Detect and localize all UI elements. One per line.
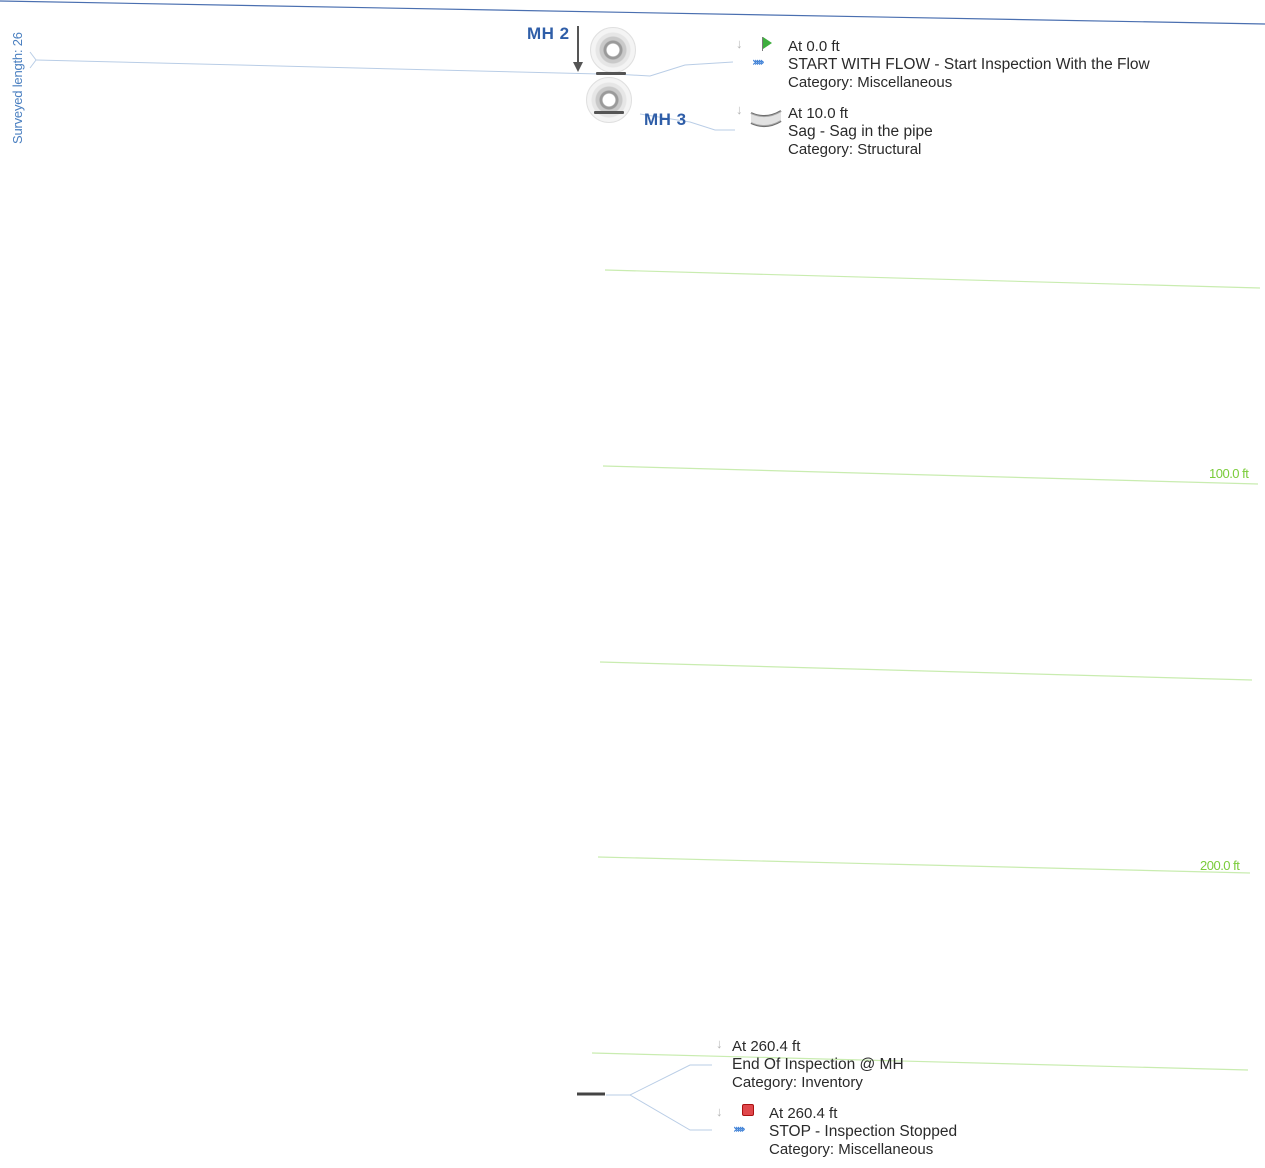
down-arrow-icon: ↓ [736,36,743,51]
grid-line [604,269,1261,289]
grid-line [591,1052,1249,1071]
sag-icon [750,110,782,127]
observation-sag[interactable]: At 10.0 ft Sag - Sag in the pipe Categor… [788,105,933,159]
flow-chevrons-icon: ››››› [752,55,765,69]
observation-start[interactable]: At 0.0 ft START WITH FLOW - Start Inspec… [788,38,1150,92]
leader-line [606,1064,712,1096]
manhole-end-icon[interactable] [586,77,632,123]
observation-category: Category: Miscellaneous [769,1141,934,1158]
observation-category: Category: Inventory [732,1074,863,1091]
observation-category: Category: Structural [788,141,922,158]
down-arrow-icon: ↓ [736,102,743,117]
grid-line [599,661,1253,681]
stop-icon [742,1104,754,1116]
surveyed-length-label: Surveyed length: 26 [10,32,25,144]
distance-marker-label: 200.0 ft [1200,858,1240,873]
down-arrow-icon: ↓ [716,1104,723,1119]
pipe-start-cap [29,51,37,69]
observation-distance: At 10.0 ft [788,105,849,122]
flow-direction-arrow-head [573,62,583,72]
down-arrow-icon: ↓ [716,1036,723,1051]
leader-line [614,61,734,77]
observation-end[interactable]: At 260.4 ft End Of Inspection @ MH Categ… [732,1038,904,1092]
manhole-start-label[interactable]: MH 2 [527,24,570,44]
inspection-canvas [0,0,1265,1131]
pipe-centerline [35,59,601,75]
observation-category: Category: Miscellaneous [788,74,953,91]
manhole-start-bar [596,72,626,75]
observation-title: START WITH FLOW - Start Inspection With … [788,56,1150,73]
observation-stop[interactable]: At 260.4 ft STOP - Inspection Stopped Ca… [769,1105,957,1159]
observation-title: Sag - Sag in the pipe [788,123,933,140]
grid-line [597,856,1251,874]
observation-title: End Of Inspection @ MH [732,1056,904,1073]
manhole-end-label[interactable]: MH 3 [644,110,687,130]
manhole-end-bar [594,111,624,114]
top-border-line [0,0,1265,25]
flow-chevrons-icon: ››››› [733,1122,746,1136]
observation-distance: At 0.0 ft [788,38,840,55]
observation-title: STOP - Inspection Stopped [769,1123,958,1140]
leader-line [629,1094,712,1131]
start-flag-icon [763,37,772,49]
grid-line [602,465,1259,485]
distance-marker-label: 100.0 ft [1209,466,1249,481]
observation-distance: At 260.4 ft [732,1038,801,1055]
observation-distance: At 260.4 ft [769,1105,838,1122]
manhole-start-icon[interactable] [590,27,636,73]
